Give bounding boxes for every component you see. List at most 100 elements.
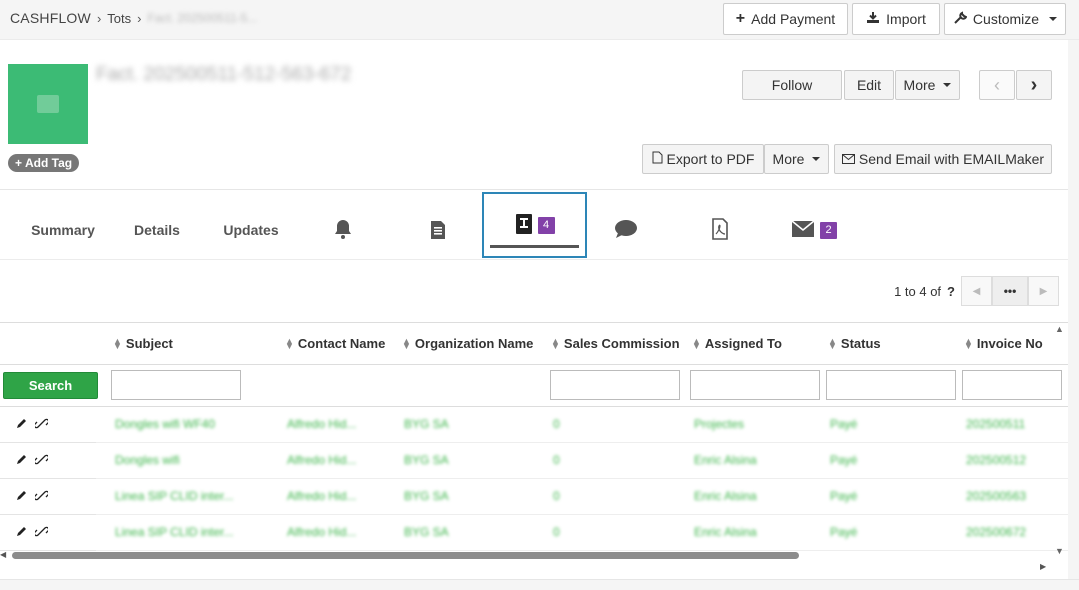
unlink-icon[interactable]	[33, 489, 50, 505]
pencil-icon[interactable]	[16, 489, 27, 504]
breadcrumb-app[interactable]: CASHFLOW	[10, 10, 91, 26]
follow-button[interactable]: Follow	[742, 70, 842, 100]
cell-organization[interactable]: BYG SA	[404, 453, 449, 467]
column-header-invoice-no[interactable]: ▲ ▼ Invoice No	[964, 336, 1043, 351]
search-button[interactable]: Search	[3, 372, 98, 399]
chevron-down-icon	[943, 83, 952, 87]
cell-subject[interactable]: Dongles wifi WF40	[115, 417, 215, 431]
row-actions	[0, 407, 96, 443]
export-pdf-button[interactable]: Export to PDF	[642, 144, 764, 174]
tab-documents[interactable]	[400, 200, 475, 260]
table-row[interactable]: Linea SIP CLID inter... Alfredo Hid... B…	[0, 479, 1068, 515]
tab-details[interactable]: Details	[118, 200, 196, 260]
column-header-contact-name[interactable]: ▲ ▼ Contact Name	[285, 336, 385, 351]
pagination-total-button[interactable]: ?	[947, 284, 955, 299]
pdf-more-button[interactable]: More	[764, 144, 829, 174]
cell-contact[interactable]: Alfredo Hid...	[287, 525, 356, 539]
customize-button[interactable]: Customize	[944, 3, 1066, 35]
edit-button[interactable]: Edit	[844, 70, 894, 100]
tab-pdf-files[interactable]	[684, 200, 756, 260]
import-label: Import	[886, 11, 926, 27]
triangle-left-icon: ◀	[972, 285, 981, 297]
cell-invoice-no[interactable]: 202500563	[966, 489, 1026, 503]
add-tag-button[interactable]: + Add Tag	[8, 154, 80, 172]
pencil-icon[interactable]	[16, 417, 27, 432]
subject-filter-input[interactable]	[111, 370, 241, 400]
previous-record-button[interactable]: ‹	[979, 70, 1015, 100]
cell-organization[interactable]: BYG SA	[404, 417, 449, 431]
table-row[interactable]: Dongles wifi Alfredo Hid... BYG SA 0 Enr…	[0, 443, 1068, 479]
tab-emails[interactable]: 2	[775, 200, 853, 260]
horizontal-scrollbar[interactable]: ◀ ▶	[0, 548, 1068, 571]
related-invoices-table: ▲ ▼ Subject ▲ ▼ Contact Name ▲ ▼ Organizati…	[0, 322, 1068, 580]
unlink-icon[interactable]	[33, 525, 50, 541]
table-row[interactable]: Linea SIP CLID inter... Alfredo Hid... B…	[0, 515, 1068, 551]
cell-organization[interactable]: BYG SA	[404, 489, 449, 503]
cell-subject[interactable]: Dongles wifi	[115, 453, 180, 467]
cell-status: Payé	[830, 525, 858, 539]
cell-commission: 0	[553, 453, 560, 467]
tab-updates[interactable]: Updates	[206, 200, 296, 260]
breadcrumb-module[interactable]: Tots	[107, 11, 131, 26]
record-title: Fact. 202500511-512-563-672	[96, 64, 352, 85]
cell-invoice-no[interactable]: 202500511	[966, 417, 1025, 431]
table-row[interactable]: Dongles wifi WF40 Alfredo Hid... BYG SA …	[0, 407, 1068, 443]
plus-icon: +	[735, 10, 746, 27]
cell-contact[interactable]: Alfredo Hid...	[287, 417, 356, 431]
tab-notifications[interactable]	[308, 200, 378, 260]
tab-summary[interactable]: Summary	[18, 200, 108, 260]
folder-icon	[37, 95, 59, 113]
column-header-subject[interactable]: ▲ ▼ Subject	[113, 336, 173, 351]
tab-comments[interactable]	[590, 200, 662, 260]
cell-subject[interactable]: Linea SIP CLID inter...	[115, 525, 234, 539]
previous-page-button[interactable]: ◀	[961, 276, 992, 306]
customize-label: Customize	[972, 11, 1040, 27]
cell-contact[interactable]: Alfredo Hid...	[287, 453, 356, 467]
breadcrumb-record: Fact. 202500511-5...	[147, 11, 258, 25]
cell-subject[interactable]: Linea SIP CLID inter...	[115, 489, 234, 503]
document-icon	[429, 218, 447, 243]
comment-icon	[614, 219, 638, 242]
cell-status: Payé	[830, 417, 858, 431]
more-button[interactable]: More	[895, 70, 960, 100]
breadcrumb-separator-icon: ›	[137, 10, 142, 26]
cell-invoice-no[interactable]: 202500512	[966, 453, 1026, 467]
unlink-icon[interactable]	[33, 417, 50, 433]
send-email-label: Send Email with EMAILMaker	[858, 151, 1045, 167]
scrollbar-thumb[interactable]	[12, 552, 799, 559]
cell-contact[interactable]: Alfredo Hid...	[287, 489, 356, 503]
column-header-label: Sales Commission	[563, 336, 680, 351]
import-button[interactable]: Import	[852, 3, 940, 35]
column-header-assigned-to[interactable]: ▲ ▼ Assigned To	[692, 336, 782, 351]
pencil-icon[interactable]	[16, 525, 27, 540]
sort-icon: ▲ ▼	[285, 335, 294, 351]
invoice-no-filter-input[interactable]	[962, 370, 1062, 400]
scroll-up-icon[interactable]: ▲	[1055, 324, 1064, 334]
scroll-left-icon[interactable]: ◀	[0, 550, 6, 559]
column-header-label: Organization Name	[414, 336, 534, 351]
assigned-to-filter-input[interactable]	[690, 370, 820, 400]
download-icon	[866, 11, 880, 27]
next-record-button[interactable]: ›	[1016, 70, 1052, 100]
vertical-scrollbar[interactable]: ▲ ▼	[1054, 324, 1068, 564]
column-header-organization-name[interactable]: ▲ ▼ Organization Name	[402, 336, 533, 351]
next-page-button[interactable]: ▶	[1028, 276, 1059, 306]
tab-invoices[interactable]: 4	[482, 192, 587, 258]
cell-invoice-no[interactable]: 202500672	[966, 525, 1026, 539]
sales-commission-filter-input[interactable]	[550, 370, 680, 400]
tab-updates-label: Updates	[223, 222, 279, 238]
column-header-status[interactable]: ▲ ▼ Status	[828, 336, 881, 351]
scroll-down-icon[interactable]: ▼	[1055, 546, 1064, 556]
status-filter-input[interactable]	[826, 370, 956, 400]
cell-organization[interactable]: BYG SA	[404, 525, 449, 539]
cell-commission: 0	[553, 525, 560, 539]
column-header-sales-commission[interactable]: ▲ ▼ Sales Commission	[551, 336, 680, 351]
add-payment-button[interactable]: + Add Payment	[723, 3, 848, 35]
send-email-button[interactable]: Send Email with EMAILMaker	[834, 144, 1052, 174]
page-jump-button[interactable]: •••	[992, 276, 1028, 306]
sort-icon: ▲ ▼	[113, 335, 122, 351]
follow-label: Follow	[771, 77, 813, 93]
pencil-icon[interactable]	[16, 453, 27, 468]
unlink-icon[interactable]	[33, 453, 50, 469]
scroll-right-icon[interactable]: ▶	[1040, 562, 1046, 571]
